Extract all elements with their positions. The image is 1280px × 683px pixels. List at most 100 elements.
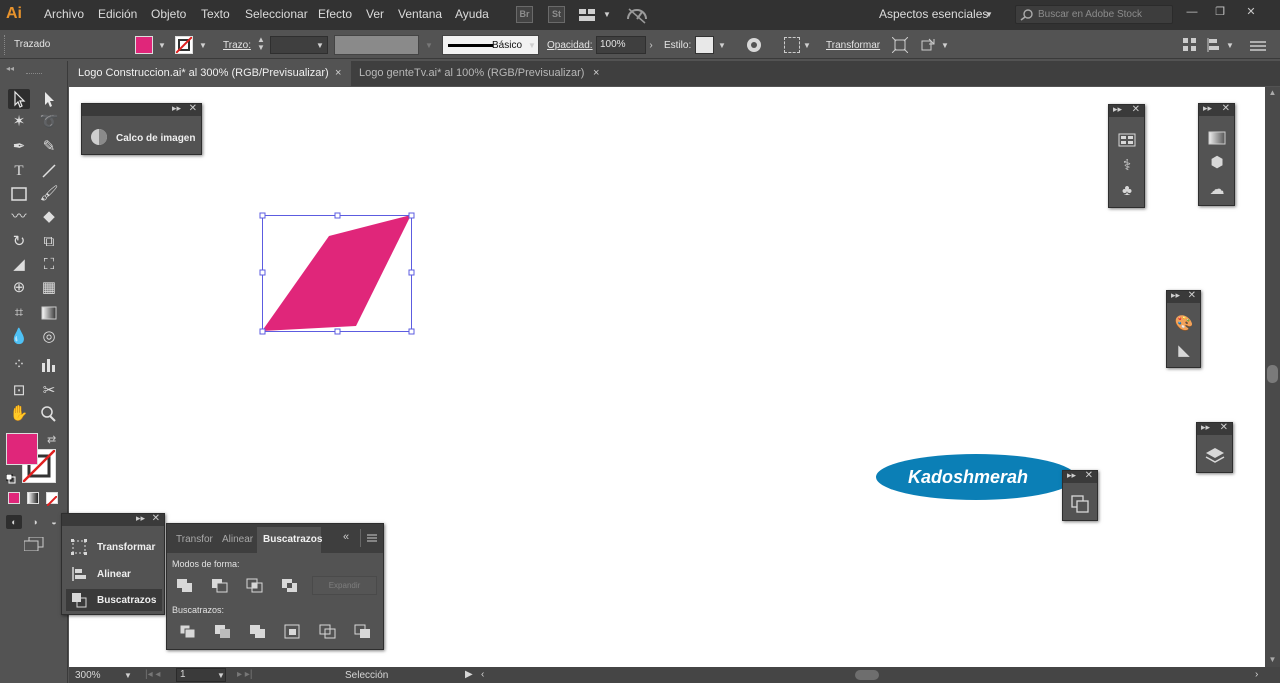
color-mode-icon[interactable]	[8, 492, 20, 504]
layers-icon[interactable]	[1204, 445, 1226, 467]
chevron-down-icon[interactable]: ▼	[424, 41, 434, 51]
minimize-button[interactable]: —	[1181, 4, 1203, 20]
chevron-down-icon[interactable]: ▼	[527, 41, 537, 51]
close-icon[interactable]: ×	[593, 61, 599, 86]
restore-button[interactable]: ❐	[1209, 4, 1231, 20]
expand-icon[interactable]: ▸▸	[1113, 104, 1122, 115]
chevron-down-icon[interactable]: ▼	[157, 41, 167, 51]
menu-edicion[interactable]: Edición	[98, 7, 137, 21]
chevron-down-icon[interactable]: ▼	[315, 41, 325, 51]
close-icon[interactable]: ✕	[1132, 104, 1140, 115]
scroll-left-icon[interactable]: ‹	[481, 669, 484, 680]
magic-wand-tool-icon[interactable]: ✶	[8, 112, 30, 132]
panel-header[interactable]: ▸▸ ✕	[1063, 470, 1097, 483]
hand-tool-icon[interactable]: ✋	[8, 404, 30, 424]
direct-selection-tool-icon[interactable]	[38, 89, 60, 109]
expand-icon[interactable]: ▸▸	[1067, 470, 1076, 481]
opacity-input[interactable]: 100%	[596, 36, 646, 54]
draw-normal-icon[interactable]: ◐	[6, 515, 22, 529]
menu-archivo[interactable]: Archivo	[44, 7, 84, 21]
close-icon[interactable]: ✕	[152, 513, 160, 524]
lasso-tool-icon[interactable]: ➰	[38, 112, 60, 132]
close-icon[interactable]: ✕	[189, 103, 197, 114]
chevron-right-icon[interactable]: ›	[646, 41, 656, 51]
expand-icon[interactable]: ▸▸	[172, 103, 181, 114]
panel-header[interactable]: ▸▸ ✕	[1197, 422, 1232, 435]
artboards-icon[interactable]	[1069, 493, 1091, 515]
panel-header[interactable]: ▸▸ ✕	[1199, 103, 1234, 116]
brush-definition[interactable]: Básico	[442, 35, 539, 55]
screen-mode-icon[interactable]	[23, 536, 44, 552]
chevron-down-icon[interactable]: ▼	[1225, 41, 1235, 51]
isolate-icon[interactable]	[891, 36, 909, 54]
close-icon[interactable]: ✕	[1220, 422, 1228, 433]
image-trace-icon[interactable]	[88, 126, 110, 148]
expand-icon[interactable]: ▸▸	[1201, 422, 1210, 433]
unite-icon[interactable]	[176, 578, 194, 594]
zoom-tool-icon[interactable]	[38, 404, 60, 424]
panel-header[interactable]: ▸▸ ✕	[1167, 290, 1200, 303]
close-icon[interactable]: ×	[335, 61, 341, 86]
appearance-icon[interactable]: ⬢	[1206, 152, 1228, 174]
distribute-icon[interactable]	[1207, 38, 1221, 52]
free-transform-tool-icon[interactable]: ⛶	[38, 255, 60, 275]
workspace-switcher[interactable]: Aspectos esenciales	[879, 7, 988, 21]
outline-icon[interactable]	[319, 624, 337, 640]
swap-fill-stroke-icon[interactable]: ⇄	[47, 433, 56, 446]
transparency-icon[interactable]: ◣	[1173, 340, 1195, 362]
arrange-documents-icon[interactable]	[579, 8, 595, 21]
chevron-down-icon[interactable]: ▼	[198, 41, 208, 51]
pen-tool-icon[interactable]: ✒	[8, 137, 30, 157]
expand-button[interactable]: Expandir	[312, 576, 377, 595]
panel-menu-icon[interactable]	[367, 534, 377, 542]
color-guide-icon[interactable]: 🎨	[1173, 313, 1195, 335]
expand-icon[interactable]: ▸▸	[1171, 290, 1180, 301]
stock-button[interactable]: St	[548, 6, 565, 23]
chevron-down-icon[interactable]: ▼	[802, 41, 812, 51]
panel-header[interactable]: ▸▸ ✕	[82, 103, 201, 116]
libraries-icon[interactable]: ☁	[1206, 179, 1228, 201]
scroll-right-icon[interactable]: ›	[1255, 669, 1258, 680]
divide-icon[interactable]	[179, 624, 197, 640]
minus-back-icon[interactable]	[354, 624, 372, 640]
draw-inside-icon[interactable]: ◒	[46, 515, 62, 529]
collapse-toolbox-icon[interactable]: ◂◂	[6, 64, 14, 73]
chevron-down-icon[interactable]: ▼	[123, 671, 133, 681]
menu-ver[interactable]: Ver	[366, 7, 384, 21]
swatches-icon[interactable]	[1116, 129, 1138, 151]
tab-alinear[interactable]: Alinear	[222, 534, 253, 545]
eyedropper-tool-icon[interactable]: 💧	[8, 327, 30, 347]
close-icon[interactable]: ✕	[1085, 470, 1093, 481]
graphic-style-swatch[interactable]	[695, 36, 714, 54]
shaper-tool-icon[interactable]: 〰	[8, 207, 30, 227]
menu-objeto[interactable]: Objeto	[151, 7, 186, 21]
chevron-down-icon[interactable]: ▼	[940, 41, 950, 51]
draw-behind-icon[interactable]: ◑	[27, 515, 43, 529]
perspective-grid-tool-icon[interactable]: ▦	[38, 278, 60, 298]
grip-handle[interactable]	[4, 35, 7, 55]
selection-tool-icon[interactable]	[8, 89, 30, 109]
gradient-tool-icon[interactable]	[38, 303, 60, 323]
mini-item-alinear[interactable]: Alinear	[66, 563, 162, 585]
default-colors-icon[interactable]	[5, 471, 16, 484]
last-artboard-icon[interactable]: ▸ ▸|	[237, 669, 252, 680]
arrange-icon[interactable]	[1183, 38, 1197, 52]
mesh-tool-icon[interactable]: ⌗	[8, 303, 30, 323]
eraser-tool-icon[interactable]: ◆	[38, 207, 60, 227]
paintbrush-tool-icon[interactable]: 🖌	[38, 184, 60, 204]
gradient-panel-icon[interactable]	[1206, 127, 1228, 149]
horizontal-scroll-thumb[interactable]	[855, 670, 879, 680]
artboard-tool-icon[interactable]: ⊡	[8, 381, 30, 401]
chevron-down-icon[interactable]: ▼	[602, 10, 612, 20]
zoom-level[interactable]: 300%	[75, 670, 101, 681]
fill-swatch[interactable]	[6, 433, 38, 465]
symbol-sprayer-tool-icon[interactable]: ⁘	[8, 355, 30, 375]
variable-width-profile[interactable]	[334, 35, 419, 55]
trim-icon[interactable]	[214, 624, 232, 640]
menu-seleccionar[interactable]: Seleccionar	[245, 7, 308, 21]
shape-builder-tool-icon[interactable]: ⊕	[8, 278, 30, 298]
tab-transfor[interactable]: Transfor	[176, 534, 213, 545]
expand-icon[interactable]: ▸▸	[1203, 103, 1212, 114]
rectangle-tool-icon[interactable]	[8, 184, 30, 204]
minus-front-icon[interactable]	[211, 578, 229, 594]
